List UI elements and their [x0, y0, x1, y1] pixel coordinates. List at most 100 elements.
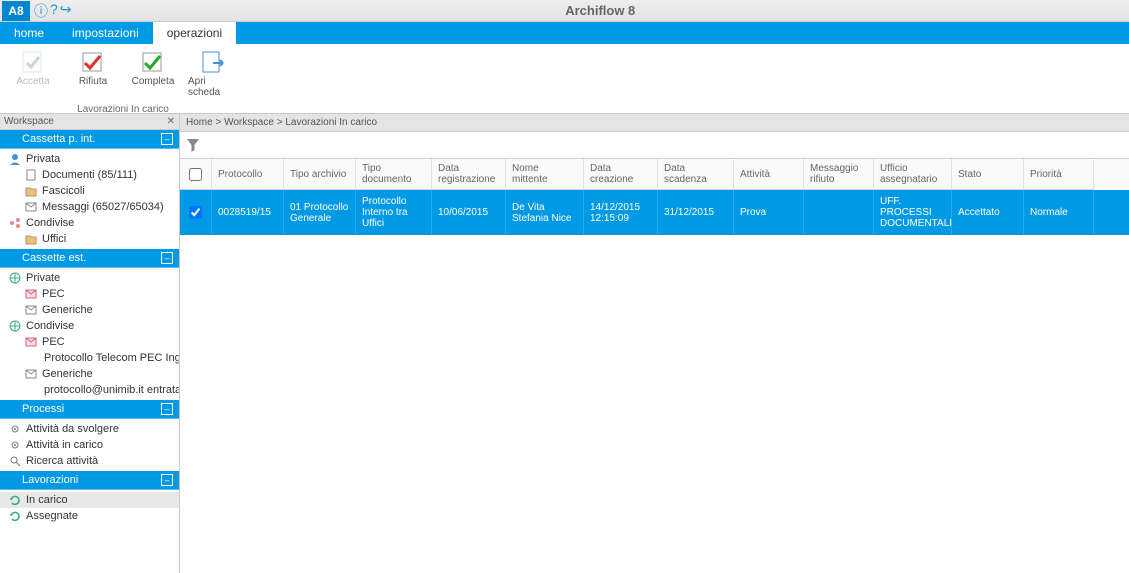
- col-attivita[interactable]: Attività: [734, 159, 804, 190]
- accordion-header[interactable]: Processi –: [0, 400, 179, 419]
- tree-item-label: PEC: [42, 288, 65, 300]
- section-title: Cassetta p. int.: [22, 133, 95, 145]
- tree-item-label: Condivise: [26, 320, 74, 332]
- tab-home[interactable]: home: [0, 22, 58, 44]
- tree-item-label: Protocollo Telecom PEC Ingresso: [44, 352, 179, 364]
- sidebar-item[interactable]: Ricerca attività: [0, 453, 179, 469]
- ribbon-group-lavorazioni: Accetta Rifiuta Completa Apri scheda: [8, 48, 238, 115]
- exit-icon[interactable]: ↪: [60, 1, 72, 21]
- grid-header: Protocollo Tipo archivio Tipo documento …: [180, 159, 1129, 190]
- sidebar-item[interactable]: Uffici: [0, 231, 179, 247]
- sidebar-item[interactable]: PEC: [0, 334, 179, 350]
- col-protocollo[interactable]: Protocollo: [212, 159, 284, 190]
- collapse-icon[interactable]: –: [161, 403, 173, 415]
- col-tipo-documento[interactable]: Tipo documento: [356, 159, 432, 190]
- sidebar-header: Workspace ✕: [0, 114, 179, 130]
- cell-data-registrazione: 10/06/2015: [432, 190, 506, 235]
- title-bar: A8 ⓘ ? ↪ Archiflow 8: [0, 0, 1129, 22]
- tree-item-icon: [24, 201, 38, 213]
- reject-icon: [77, 48, 109, 76]
- tree-item-label: Private: [26, 272, 60, 284]
- col-data-registrazione[interactable]: Data registrazione: [432, 159, 506, 190]
- data-grid: Protocollo Tipo archivio Tipo documento …: [180, 158, 1129, 235]
- sidebar-item[interactable]: In carico: [0, 492, 179, 508]
- section-icon: [6, 133, 18, 145]
- tab-operazioni[interactable]: operazioni: [153, 22, 236, 44]
- sidebar-item[interactable]: Protocollo Telecom PEC Ingresso: [0, 350, 179, 366]
- cell-tipo-documento: Protocollo Interno tra Uffici: [356, 190, 432, 235]
- sidebar-item[interactable]: Condivise: [0, 215, 179, 231]
- col-data-scadenza[interactable]: Data scadenza: [658, 159, 734, 190]
- close-icon[interactable]: ✕: [167, 116, 175, 127]
- tree-item-label: Documenti (85/111): [42, 169, 137, 181]
- sidebar-item[interactable]: Private: [0, 270, 179, 286]
- sidebar-item[interactable]: Generiche: [0, 366, 179, 382]
- select-all-checkbox[interactable]: [189, 168, 202, 181]
- sidebar-item[interactable]: Fascicoli: [0, 183, 179, 199]
- col-priorita[interactable]: Priorità: [1024, 159, 1094, 190]
- filter-icon[interactable]: [186, 138, 200, 152]
- tree-item-label: Privata: [26, 153, 60, 165]
- completa-label: Completa: [132, 76, 175, 87]
- col-tipo-archivio[interactable]: Tipo archivio: [284, 159, 356, 190]
- breadcrumb-part: Lavorazioni In carico: [285, 117, 377, 128]
- accordion-header[interactable]: Lavorazioni –: [0, 471, 179, 490]
- tree-item-icon: [8, 423, 22, 435]
- accetta-label: Accetta: [16, 76, 49, 87]
- tree-item-label: Generiche: [42, 368, 93, 380]
- sidebar-item[interactable]: Privata: [0, 151, 179, 167]
- breadcrumb: Home > Workspace > Lavorazioni In carico: [180, 114, 1129, 132]
- section-icon: [6, 474, 18, 486]
- accordion-header[interactable]: Cassette est. –: [0, 249, 179, 268]
- section-title: Cassette est.: [22, 252, 86, 264]
- tree-item-icon: [8, 153, 22, 165]
- sidebar-item[interactable]: protocollo@unimib.it entrata: [0, 382, 179, 398]
- col-stato[interactable]: Stato: [952, 159, 1024, 190]
- tree-item-icon: [8, 439, 22, 451]
- tree-item-icon: [8, 217, 22, 229]
- sidebar-item[interactable]: Generiche: [0, 302, 179, 318]
- tree-item-label: Uffici: [42, 233, 66, 245]
- collapse-icon[interactable]: –: [161, 133, 173, 145]
- section-title: Processi: [22, 403, 64, 415]
- col-nome-mittente[interactable]: Nome mittente: [506, 159, 584, 190]
- col-data-creazione[interactable]: Data creazione: [584, 159, 658, 190]
- row-checkbox[interactable]: [189, 206, 202, 219]
- accordion-header[interactable]: Cassetta p. int. –: [0, 130, 179, 149]
- col-ufficio-assegnatario[interactable]: Ufficio assegnatario: [874, 159, 952, 190]
- apri-scheda-button[interactable]: Apri scheda: [188, 48, 238, 98]
- cell-nome-mittente: De Vita Stefania Nice: [506, 190, 584, 235]
- breadcrumb-part[interactable]: Home: [186, 117, 213, 128]
- col-messaggio-rifiuto[interactable]: Messaggio rifiuto: [804, 159, 874, 190]
- tree-item-icon: [24, 368, 38, 380]
- sidebar-item[interactable]: Condivise: [0, 318, 179, 334]
- header-checkbox-cell: [180, 159, 212, 190]
- sidebar: Workspace ✕ Cassetta p. int. – Privata Docu…: [0, 114, 180, 573]
- collapse-icon[interactable]: –: [161, 474, 173, 486]
- table-row[interactable]: 0028519/15 01 Protocollo Generale Protoc…: [180, 190, 1129, 235]
- accept-icon: [17, 48, 49, 76]
- info-icon[interactable]: ⓘ: [34, 1, 48, 21]
- tree-item-label: PEC: [42, 336, 65, 348]
- section-title: Lavorazioni: [22, 474, 78, 486]
- help-icon[interactable]: ?: [50, 1, 58, 21]
- sidebar-item[interactable]: Messaggi (65027/65034): [0, 199, 179, 215]
- accetta-button: Accetta: [8, 48, 58, 98]
- breadcrumb-part[interactable]: Workspace: [224, 117, 274, 128]
- cell-data-creazione: 14/12/2015 12:15:09: [584, 190, 658, 235]
- tab-impostazioni[interactable]: impostazioni: [58, 22, 153, 44]
- sidebar-item[interactable]: Attività da svolgere: [0, 421, 179, 437]
- cell-data-scadenza: 31/12/2015: [658, 190, 734, 235]
- open-card-icon: [197, 48, 229, 76]
- sidebar-item[interactable]: Assegnate: [0, 508, 179, 524]
- collapse-icon[interactable]: –: [161, 252, 173, 264]
- tree-item-icon: [8, 494, 22, 506]
- rifiuta-button[interactable]: Rifiuta: [68, 48, 118, 98]
- sidebar-item[interactable]: Attività in carico: [0, 437, 179, 453]
- completa-button[interactable]: Completa: [128, 48, 178, 98]
- tree-item-label: In carico: [26, 494, 68, 506]
- sidebar-item[interactable]: Documenti (85/111): [0, 167, 179, 183]
- sidebar-item[interactable]: PEC: [0, 286, 179, 302]
- cell-tipo-archivio: 01 Protocollo Generale: [284, 190, 356, 235]
- cell-priorita: Normale: [1024, 190, 1094, 235]
